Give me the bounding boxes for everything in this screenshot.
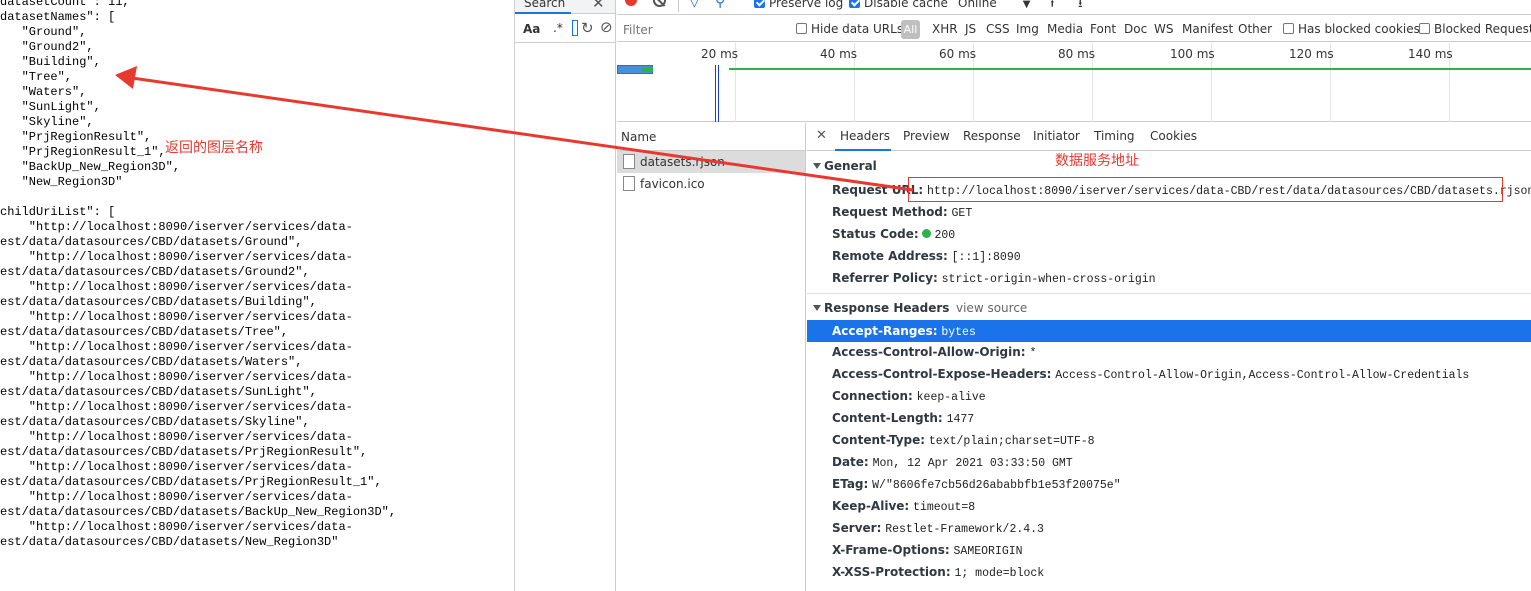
- annotation-arrow: [115, 66, 914, 192]
